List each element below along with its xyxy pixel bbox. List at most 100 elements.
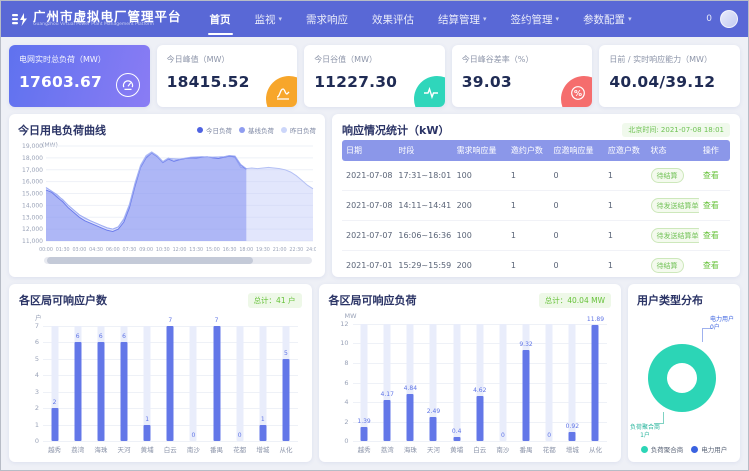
svg-text:18:00: 18:00 xyxy=(239,247,253,253)
bar-value-label: 5 xyxy=(284,350,288,357)
svg-text:12:00: 12:00 xyxy=(173,247,187,253)
bar-columns: 1.394.174.842.490.44.6209.3200.9211.89 xyxy=(353,324,608,441)
bar xyxy=(74,342,81,441)
legend-item-aggregator[interactable]: 负荷聚合商 xyxy=(641,444,684,454)
table-cell: 1 xyxy=(507,221,550,251)
svg-text:17,000: 17,000 xyxy=(22,167,43,174)
nav-item-effect-evaluation[interactable]: 效果评估 xyxy=(362,1,424,37)
bar xyxy=(213,326,220,441)
app-logo: 广州市虚拟电厂管理平台 Guangzhou Virtual Power Plan… xyxy=(11,10,182,29)
nav-item-contract-management[interactable]: 签约管理▾ xyxy=(501,1,570,37)
legend-item-power-user[interactable]: 电力用户 xyxy=(691,444,727,454)
x-axis-label: 黄埔 xyxy=(445,444,468,454)
nav-item-settlement-management[interactable]: 结算管理▾ xyxy=(428,1,497,37)
nav-item-home[interactable]: 首页 xyxy=(200,1,241,37)
svg-text:04:30: 04:30 xyxy=(89,247,103,253)
y-axis-tick: 4 xyxy=(344,398,348,406)
svg-text:07:30: 07:30 xyxy=(123,247,137,253)
svg-text:16,000: 16,000 xyxy=(22,179,43,186)
bar xyxy=(97,342,104,441)
top-nav-bar: 广州市虚拟电厂管理平台 Guangzhou Virtual Power Plan… xyxy=(1,1,748,37)
panel-title: 各区局可响应户数 xyxy=(19,292,107,308)
svg-text:15:00: 15:00 xyxy=(206,247,220,253)
view-link[interactable]: 查看 xyxy=(703,171,719,180)
y-axis-tick: 2 xyxy=(35,404,39,412)
bar xyxy=(384,400,391,441)
bar-column-增城: 0.92 xyxy=(561,324,584,441)
legend-dot xyxy=(641,446,648,453)
nav-item-label: 效果评估 xyxy=(372,12,414,27)
bar-value-label: 4.84 xyxy=(404,385,417,392)
y-axis-tick: 0 xyxy=(35,437,39,445)
bar xyxy=(259,425,266,441)
bar-value-label: 1 xyxy=(145,416,149,423)
chart-zoom-slider[interactable] xyxy=(44,257,312,264)
legend-label: 今日负荷 xyxy=(206,125,232,135)
notification-count[interactable]: 0 xyxy=(706,14,712,24)
bar-value-label: 6 xyxy=(122,333,126,340)
table-cell: 0 xyxy=(550,221,604,251)
kpi-card-today-peak: 今日峰值（MW） 18415.52 xyxy=(157,45,298,107)
nav-item-monitor[interactable]: 监视▾ xyxy=(245,1,293,37)
dashboard-content: 电网实时总负荷（MW） 17603.67 今日峰值（MW） 18415.52 xyxy=(1,37,748,470)
bar xyxy=(144,425,151,441)
view-link[interactable]: 查看 xyxy=(703,231,719,240)
bar-column-花都: 0 xyxy=(228,326,251,441)
nav-item-parameter-config[interactable]: 参数配置▾ xyxy=(573,1,642,37)
bar-value-label: 0 xyxy=(238,432,242,439)
bar-column-南沙: 0 xyxy=(182,326,205,441)
bar-value-label: 0 xyxy=(191,432,195,439)
total-badge: 总计：40.04 MW xyxy=(539,293,611,308)
table-cell: 2021-07-07 xyxy=(342,221,394,251)
table-cell: 16:06~16:36 xyxy=(394,221,452,251)
chart-zoom-slider-range[interactable] xyxy=(47,257,253,264)
table-cell-status: 待结算 xyxy=(647,161,699,191)
bar-column-越秀: 1.39 xyxy=(353,324,376,441)
bar-track xyxy=(453,324,460,441)
svg-text:06:00: 06:00 xyxy=(106,247,120,253)
table-row: 2021-07-0814:11~14:41200101待发送结算单查看 xyxy=(342,191,730,221)
bar-value-label: 2 xyxy=(53,399,57,406)
table-header-cell: 操作 xyxy=(699,140,730,161)
svg-text:11,000: 11,000 xyxy=(22,238,43,245)
x-axis-label: 海珠 xyxy=(399,444,422,454)
svg-text:22:30: 22:30 xyxy=(289,247,303,253)
svg-text:13,000: 13,000 xyxy=(22,214,43,221)
bar-value-label: 0.92 xyxy=(566,423,579,430)
district-households-panel: 各区局可响应户数 总计：41 户 户 7654321026661707015 越… xyxy=(9,284,312,462)
table-cell: 1 xyxy=(507,161,550,191)
nav-item-label: 监视 xyxy=(255,12,276,27)
kpi-title: 今日峰值（MW） xyxy=(167,54,288,65)
bottom-row: 各区局可响应户数 总计：41 户 户 7654321026661707015 越… xyxy=(9,284,740,462)
svg-text:14,000: 14,000 xyxy=(22,202,43,209)
nav-item-demand-response[interactable]: 需求响应 xyxy=(296,1,358,37)
bar xyxy=(361,427,368,441)
x-axis-label: 番禺 xyxy=(514,444,537,454)
view-link[interactable]: 查看 xyxy=(703,261,719,270)
table-cell: 14:11~14:41 xyxy=(394,191,452,221)
x-axis-label: 白云 xyxy=(159,444,182,454)
kpi-value: 40.04/39.12 xyxy=(609,73,730,91)
table-cell: 1 xyxy=(604,221,647,251)
x-axis-label: 黄埔 xyxy=(136,444,159,454)
middle-row: 今日用电负荷曲线 今日负荷基线负荷昨日负荷 (MW)19,00018,00017… xyxy=(9,114,740,277)
bar xyxy=(120,342,127,441)
bar-value-label: 0 xyxy=(501,432,505,439)
table-header-cell: 邀约户数 xyxy=(507,140,550,161)
legend-item-2[interactable]: 昨日负荷 xyxy=(281,125,316,135)
legend-item-1[interactable]: 基线负荷 xyxy=(239,125,274,135)
total-badge: 总计：41 户 xyxy=(248,293,302,308)
user-avatar[interactable] xyxy=(720,10,738,28)
x-axis-label: 天河 xyxy=(112,444,135,454)
chevron-down-icon: ▾ xyxy=(279,15,283,23)
legend-dot xyxy=(691,446,698,453)
bar-value-label: 7 xyxy=(168,317,172,324)
view-link[interactable]: 查看 xyxy=(703,201,719,210)
load-chart-legend: 今日负荷基线负荷昨日负荷 xyxy=(197,125,316,135)
y-axis-tick: 2 xyxy=(344,418,348,426)
table-cell: 100 xyxy=(453,221,507,251)
bar-track xyxy=(546,324,553,441)
svg-text:09:00: 09:00 xyxy=(139,247,153,253)
legend-item-0[interactable]: 今日负荷 xyxy=(197,125,232,135)
table-row: 2021-07-0817:31~18:01100101待结算查看 xyxy=(342,161,730,191)
